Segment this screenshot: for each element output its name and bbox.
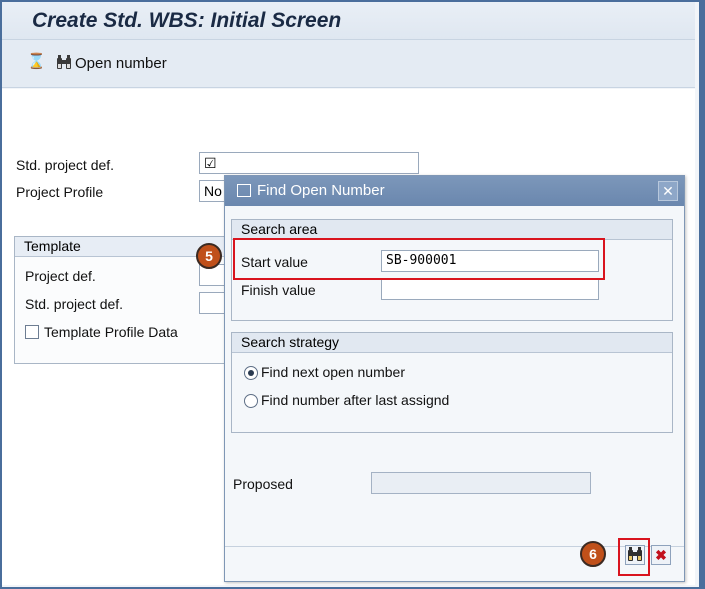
cancel-icon: ✖ xyxy=(655,547,667,563)
template-project-def-label: Project def. xyxy=(25,268,96,284)
cancel-button[interactable]: ✖ xyxy=(651,545,671,565)
step-5-badge: 5 xyxy=(196,243,222,269)
finish-value-input[interactable] xyxy=(381,279,599,300)
template-profile-data-label: Template Profile Data xyxy=(44,324,178,340)
search-strategy-group: Search strategy xyxy=(231,332,673,433)
page-title: Create Std. WBS: Initial Screen xyxy=(32,9,342,32)
project-profile-label: Project Profile xyxy=(16,184,104,200)
proposed-field xyxy=(371,472,591,494)
hourglass-icon[interactable]: ⌛ xyxy=(27,54,46,70)
close-icon[interactable]: ✕ xyxy=(658,181,678,201)
find-open-number-dialog: Find Open Number ✕ Search area Start val… xyxy=(224,175,685,582)
find-button-highlight xyxy=(618,538,650,576)
template-heading: Template xyxy=(24,238,81,254)
open-number-button[interactable]: Open number xyxy=(75,55,167,72)
template-std-project-def-label: Std. project def. xyxy=(25,296,124,312)
application-toolbar: ⌛ Open number xyxy=(2,40,695,88)
search-area-heading: Search area xyxy=(241,221,318,237)
std-project-def-label: Std. project def. xyxy=(16,157,115,173)
find-next-open-label: Find next open number xyxy=(261,364,405,380)
finish-value-label: Finish value xyxy=(241,282,316,298)
find-after-last-radio[interactable] xyxy=(244,394,258,408)
dialog-title: Find Open Number xyxy=(257,182,385,199)
std-project-def-field[interactable]: ☑ xyxy=(199,152,419,174)
start-value-highlight xyxy=(233,238,605,280)
search-strategy-heading: Search strategy xyxy=(241,334,340,350)
search-area-header: Search area xyxy=(232,220,672,240)
proposed-label: Proposed xyxy=(233,476,293,492)
find-next-open-radio[interactable] xyxy=(244,366,258,380)
binoculars-icon[interactable] xyxy=(56,55,72,70)
search-strategy-header: Search strategy xyxy=(232,333,672,353)
template-group-header: Template xyxy=(15,237,225,257)
dialog-title-bar: Find Open Number ✕ xyxy=(225,176,684,206)
title-bar: Create Std. WBS: Initial Screen xyxy=(2,2,695,40)
dialog-window-icon xyxy=(237,184,251,197)
template-profile-data-checkbox[interactable] xyxy=(25,325,39,339)
dialog-footer-divider xyxy=(225,546,684,547)
step-6-badge: 6 xyxy=(580,541,606,567)
find-after-last-label: Find number after last assignd xyxy=(261,392,450,408)
